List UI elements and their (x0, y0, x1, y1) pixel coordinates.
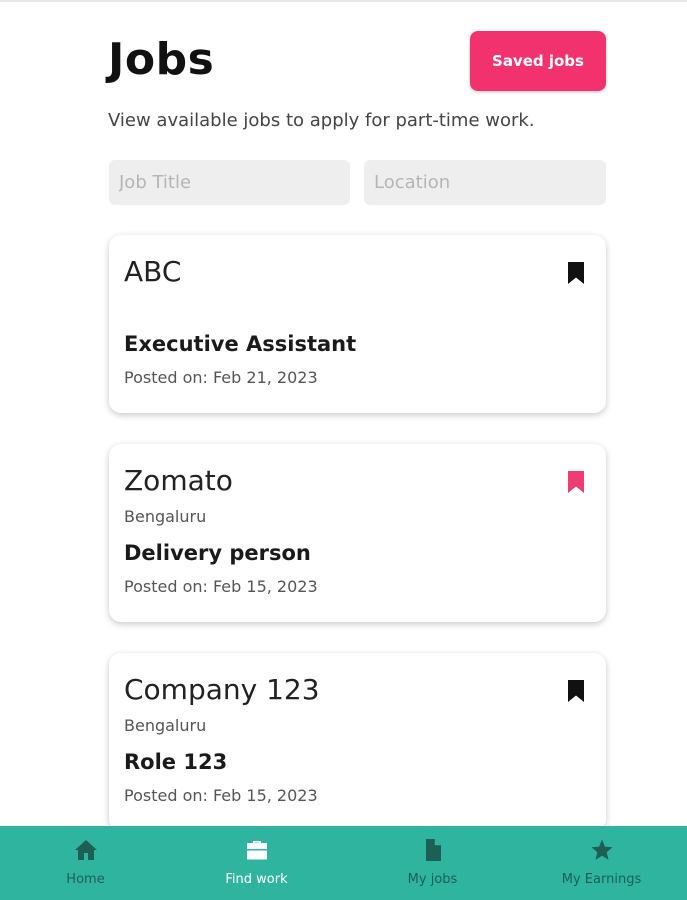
job-location: Bengaluru (124, 716, 207, 735)
job-location: Bengaluru (124, 507, 207, 526)
job-card[interactable]: ABC Executive Assistant Posted on: Feb 2… (109, 235, 606, 413)
page-title: Jobs (108, 34, 215, 85)
job-role: Delivery person (124, 541, 311, 565)
star-icon (591, 839, 613, 860)
document-icon (426, 839, 441, 861)
job-card[interactable]: Company 123 Bengaluru Role 123 Posted on… (109, 653, 606, 831)
page-subtitle: View available jobs to apply for part-ti… (108, 110, 535, 131)
nav-label-find-work: Find work (225, 872, 288, 887)
job-role: Executive Assistant (124, 332, 357, 356)
posted-date: Posted on: Feb 15, 2023 (124, 577, 318, 596)
nav-label-home: Home (66, 872, 105, 887)
bookmark-icon[interactable] (567, 679, 585, 703)
bookmark-icon[interactable] (567, 470, 585, 494)
briefcase-icon (247, 841, 267, 860)
nav-item-my-earnings[interactable]: My Earnings (516, 826, 687, 900)
nav-item-home[interactable]: Home (0, 826, 171, 900)
saved-jobs-button[interactable]: Saved jobs (470, 31, 606, 91)
company-name: Zomato (124, 464, 233, 497)
home-icon (75, 840, 97, 860)
company-name: ABC (124, 255, 182, 288)
job-role: Role 123 (124, 750, 228, 774)
company-name: Company 123 (124, 673, 320, 706)
nav-label-my-jobs: My jobs (407, 872, 458, 887)
bookmark-icon[interactable] (567, 261, 585, 285)
nav-label-my-earnings: My Earnings (561, 872, 642, 887)
posted-date: Posted on: Feb 21, 2023 (124, 368, 318, 387)
job-card[interactable]: Zomato Bengaluru Delivery person Posted … (109, 444, 606, 622)
job-title-input[interactable] (109, 160, 350, 205)
posted-date: Posted on: Feb 15, 2023 (124, 786, 318, 805)
nav-item-find-work[interactable]: Find work (171, 826, 342, 900)
location-input[interactable] (364, 160, 606, 205)
nav-item-my-jobs[interactable]: My jobs (347, 826, 518, 900)
bottom-nav: Home Find work My jobs My Earnings (0, 826, 687, 900)
top-divider (0, 0, 687, 2)
